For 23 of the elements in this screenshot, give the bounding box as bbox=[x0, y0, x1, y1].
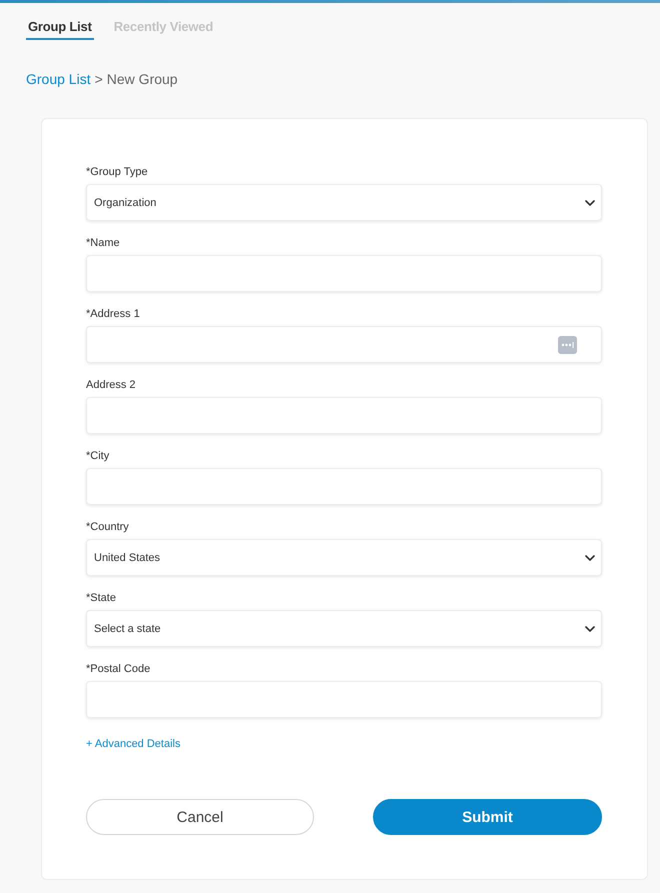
field-label: *Country bbox=[86, 520, 130, 534]
field-label: Address 2 bbox=[86, 378, 137, 392]
chevron-down-icon bbox=[585, 626, 595, 632]
chevron-down-icon bbox=[585, 200, 595, 206]
cancel-button[interactable]: Cancel bbox=[86, 799, 314, 835]
breadcrumb-separator: > bbox=[94, 71, 103, 87]
field-label: *City bbox=[86, 449, 110, 463]
dropdown[interactable]: Organization bbox=[86, 184, 602, 221]
tab[interactable]: Group List bbox=[26, 17, 94, 40]
advanced-details-link[interactable]: + Advanced Details bbox=[86, 738, 180, 750]
field-label: *Group Type bbox=[86, 165, 149, 179]
field-label: *State bbox=[86, 591, 117, 605]
field-label: *Address 1 bbox=[86, 307, 141, 321]
field-label: *Name bbox=[86, 236, 121, 250]
chevron-down-icon bbox=[585, 554, 595, 560]
field-label: *Postal Code bbox=[86, 662, 152, 676]
dropdown[interactable]: Select a state bbox=[86, 610, 602, 647]
submit-button[interactable]: Submit bbox=[373, 799, 602, 835]
dropdown[interactable]: United States bbox=[86, 539, 602, 576]
breadcrumb-current: New Group bbox=[106, 71, 178, 87]
autofill-key-icon[interactable] bbox=[558, 336, 577, 354]
breadcrumb-link[interactable]: Group List bbox=[26, 71, 91, 87]
input-field[interactable] bbox=[86, 326, 602, 363]
